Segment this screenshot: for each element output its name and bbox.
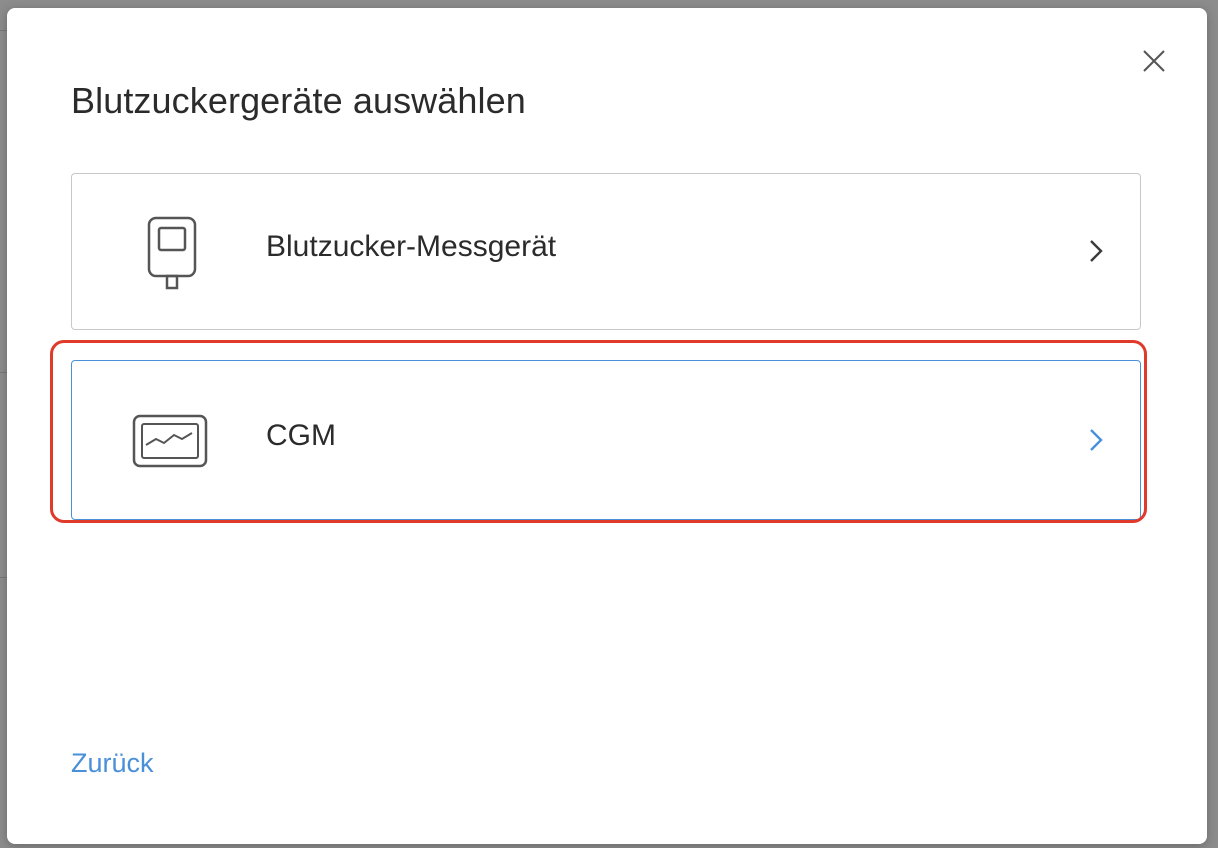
option-label: CGM bbox=[266, 419, 336, 452]
option-blood-glucose-meter[interactable]: Blutzucker-Messgerät bbox=[71, 173, 1141, 330]
close-button[interactable] bbox=[1141, 48, 1167, 74]
chevron-right-icon bbox=[1086, 238, 1106, 264]
chevron-right-icon bbox=[1086, 427, 1106, 453]
cgm-monitor-icon bbox=[132, 401, 212, 481]
blood-glucose-meter-icon bbox=[132, 214, 212, 294]
back-link[interactable]: Zurück bbox=[71, 748, 154, 779]
modal-title: Blutzuckergeräte auswählen bbox=[71, 80, 526, 121]
close-icon bbox=[1143, 50, 1165, 72]
option-cgm[interactable]: CGM bbox=[71, 360, 1141, 520]
option-label: Blutzucker-Messgerät bbox=[266, 230, 557, 263]
device-select-modal: Blutzuckergeräte auswählen Blutzucker-Me… bbox=[7, 8, 1207, 844]
